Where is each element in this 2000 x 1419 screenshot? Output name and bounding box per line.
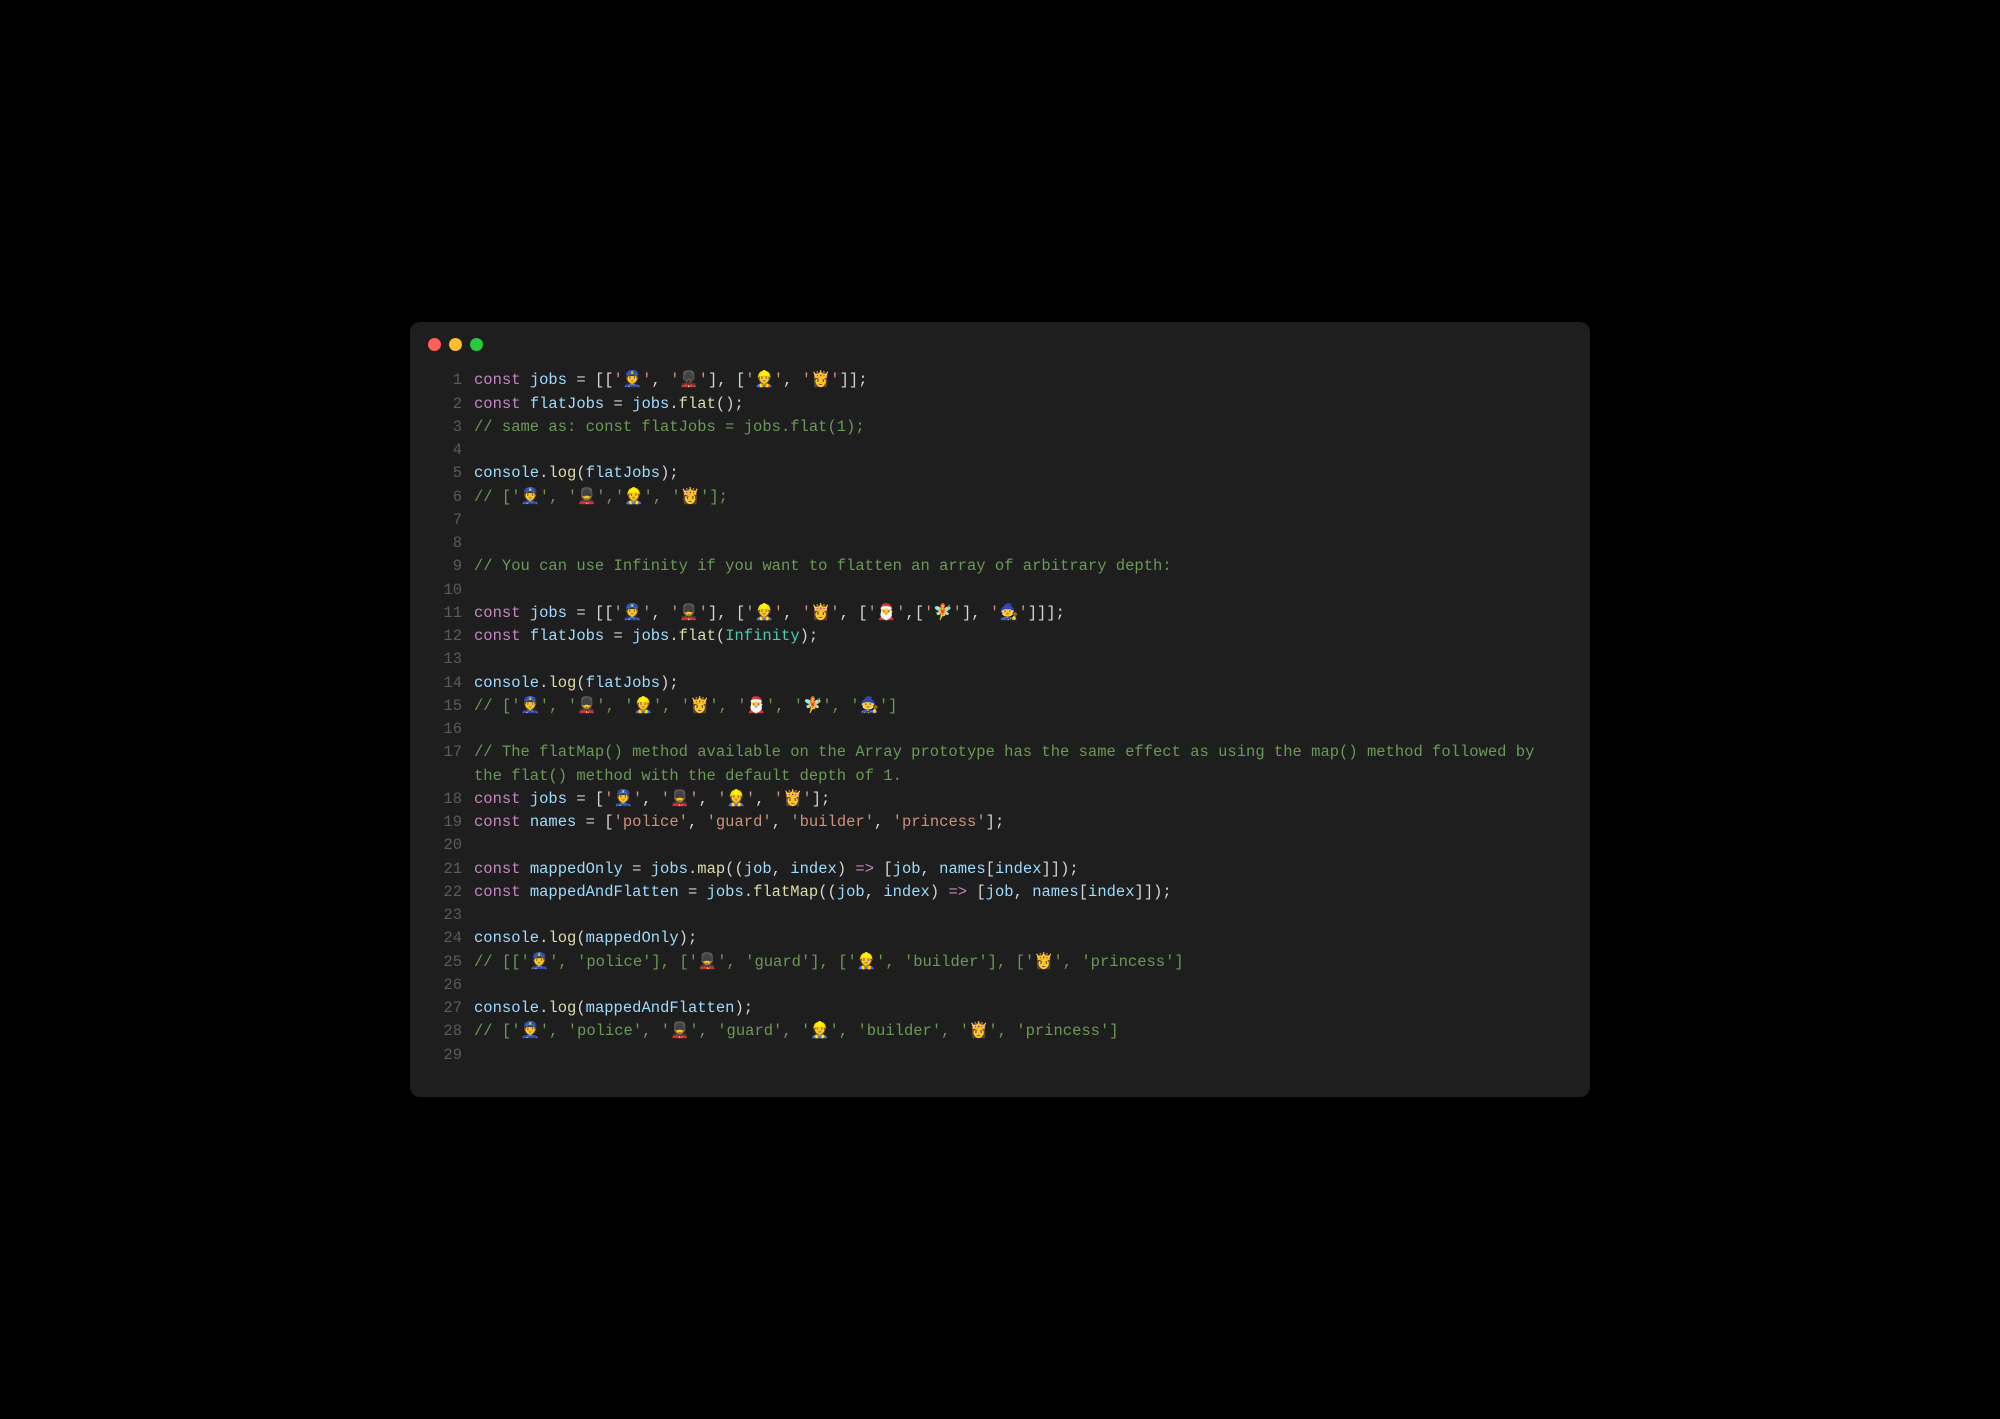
code-line: 29	[430, 1044, 1570, 1067]
code-line: 3 // same as: const flatJobs = jobs.flat(…	[430, 416, 1570, 439]
line-content: const flatJobs = jobs.flat();	[474, 393, 1570, 416]
line-content	[474, 532, 1570, 555]
line-content: // ['👮', '💂', '👷', '👸', '🎅', '🧚', '🧙']	[474, 695, 1570, 718]
line-number: 5	[430, 462, 462, 485]
line-number: 9	[430, 555, 462, 578]
code-line: 15 // ['👮', '💂', '👷', '👸', '🎅', '🧚', '🧙']	[430, 695, 1570, 718]
line-number: 10	[430, 579, 462, 602]
maximize-icon[interactable]	[470, 338, 483, 351]
line-content: // ['👮', 'police', '💂', 'guard', '👷', 'b…	[474, 1020, 1570, 1043]
line-content	[474, 718, 1570, 741]
line-number: 7	[430, 509, 462, 532]
window-titlebar	[410, 322, 1590, 359]
line-number: 8	[430, 532, 462, 555]
line-number: 21	[430, 858, 462, 881]
line-number: 16	[430, 718, 462, 741]
line-content: console.log(mappedOnly);	[474, 927, 1570, 950]
line-content: // same as: const flatJobs = jobs.flat(1…	[474, 416, 1570, 439]
line-number: 25	[430, 951, 462, 974]
code-window: 1 const jobs = [['👮', '💂🏿'], ['👷', '👸']];…	[410, 322, 1590, 1097]
close-icon[interactable]	[428, 338, 441, 351]
code-line: 14 console.log(flatJobs);	[430, 672, 1570, 695]
line-number: 4	[430, 439, 462, 462]
code-editor[interactable]: 1 const jobs = [['👮', '💂🏿'], ['👷', '👸']];…	[410, 359, 1590, 1097]
line-number: 28	[430, 1020, 462, 1043]
line-content: console.log(flatJobs);	[474, 672, 1570, 695]
line-number: 3	[430, 416, 462, 439]
line-number: 26	[430, 974, 462, 997]
line-content: const mappedOnly = jobs.map((job, index)…	[474, 858, 1570, 881]
line-number: 12	[430, 625, 462, 648]
code-line: 8	[430, 532, 1570, 555]
line-number: 23	[430, 904, 462, 927]
line-content: // You can use Infinity if you want to f…	[474, 555, 1570, 578]
line-content: const jobs = ['👮', '💂', '👷', '👸'];	[474, 788, 1570, 811]
code-line: 18 const jobs = ['👮', '💂', '👷', '👸'];	[430, 788, 1570, 811]
line-content	[474, 1044, 1570, 1067]
line-number: 29	[430, 1044, 462, 1067]
code-line: 1 const jobs = [['👮', '💂🏿'], ['👷', '👸']];	[430, 369, 1570, 392]
code-line: 25 // [['👮', 'police'], ['💂', 'guard'], […	[430, 951, 1570, 974]
line-number: 11	[430, 602, 462, 625]
code-line: 19 const names = ['police', 'guard', 'bui…	[430, 811, 1570, 834]
code-line: 5 console.log(flatJobs);	[430, 462, 1570, 485]
line-content: console.log(flatJobs);	[474, 462, 1570, 485]
code-line: 23	[430, 904, 1570, 927]
code-line: 27 console.log(mappedAndFlatten);	[430, 997, 1570, 1020]
line-number: 22	[430, 881, 462, 904]
line-content: // ['👮', '💂','👷', '👸'];	[474, 486, 1570, 509]
line-content: const names = ['police', 'guard', 'build…	[474, 811, 1570, 834]
code-line: 11 const jobs = [['👮', '💂'], ['👷', '👸', […	[430, 602, 1570, 625]
line-number: 15	[430, 695, 462, 718]
line-number: 6	[430, 486, 462, 509]
line-number: 24	[430, 927, 462, 950]
line-content: const flatJobs = jobs.flat(Infinity);	[474, 625, 1570, 648]
line-content: const jobs = [['👮', '💂🏿'], ['👷', '👸']];	[474, 369, 1570, 392]
code-line: 16	[430, 718, 1570, 741]
code-line: 2 const flatJobs = jobs.flat();	[430, 393, 1570, 416]
line-content	[474, 648, 1570, 671]
line-number: 1	[430, 369, 462, 392]
line-content: const jobs = [['👮', '💂'], ['👷', '👸', ['🎅…	[474, 602, 1570, 625]
code-line: 4	[430, 439, 1570, 462]
code-line: 26	[430, 974, 1570, 997]
line-number: 13	[430, 648, 462, 671]
code-line: 22 const mappedAndFlatten = jobs.flatMap(…	[430, 881, 1570, 904]
code-line: 7	[430, 509, 1570, 532]
line-content	[474, 834, 1570, 857]
minimize-icon[interactable]	[449, 338, 462, 351]
line-content	[474, 974, 1570, 997]
line-number: 27	[430, 997, 462, 1020]
line-content	[474, 509, 1570, 532]
line-number: 17	[430, 741, 462, 788]
code-line: 6 // ['👮', '💂','👷', '👸'];	[430, 486, 1570, 509]
code-line: 10	[430, 579, 1570, 602]
line-number: 18	[430, 788, 462, 811]
line-number: 19	[430, 811, 462, 834]
line-content	[474, 579, 1570, 602]
line-content: // [['👮', 'police'], ['💂', 'guard'], ['👷…	[474, 951, 1570, 974]
line-number: 2	[430, 393, 462, 416]
code-line: 28 // ['👮', 'police', '💂', 'guard', '👷', …	[430, 1020, 1570, 1043]
code-line: 13	[430, 648, 1570, 671]
code-line: 24 console.log(mappedOnly);	[430, 927, 1570, 950]
line-content: const mappedAndFlatten = jobs.flatMap((j…	[474, 881, 1570, 904]
line-number: 20	[430, 834, 462, 857]
line-content: console.log(mappedAndFlatten);	[474, 997, 1570, 1020]
line-content	[474, 439, 1570, 462]
line-content: // The flatMap() method available on the…	[474, 741, 1570, 788]
line-content	[474, 904, 1570, 927]
code-line: 12 const flatJobs = jobs.flat(Infinity);	[430, 625, 1570, 648]
code-line: 21 const mappedOnly = jobs.map((job, inde…	[430, 858, 1570, 881]
code-line: 17 // The flatMap() method available on t…	[430, 741, 1570, 788]
code-line: 20	[430, 834, 1570, 857]
line-number: 14	[430, 672, 462, 695]
code-line: 9 // You can use Infinity if you want to …	[430, 555, 1570, 578]
